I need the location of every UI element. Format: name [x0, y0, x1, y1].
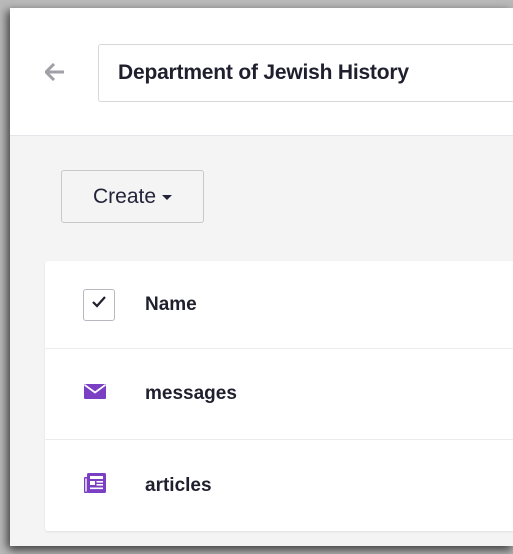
create-button-label: Create — [92, 184, 157, 208]
list-item[interactable]: messages — [45, 349, 513, 440]
page-title: Department of Jewish History — [118, 61, 409, 84]
content-list: Name messages articles — [45, 261, 513, 531]
back-button[interactable] — [43, 62, 66, 86]
arrow-left-icon — [43, 62, 65, 86]
list-item[interactable]: articles — [45, 440, 513, 531]
caret-down-icon — [162, 195, 173, 200]
column-header-name: Name — [145, 293, 197, 315]
list-item-label[interactable]: articles — [145, 475, 212, 497]
list-item-label[interactable]: messages — [145, 383, 237, 405]
app-window: Department of Jewish History Create Name — [10, 8, 513, 546]
create-button[interactable]: Create — [61, 170, 204, 223]
newspaper-icon — [84, 473, 106, 498]
page-title-field[interactable]: Department of Jewish History — [98, 44, 513, 102]
select-all-checkbox[interactable] — [83, 288, 115, 321]
checkmark-icon — [91, 295, 107, 314]
envelope-icon — [83, 384, 107, 404]
list-header-row: Name — [45, 261, 513, 349]
page-header: Department of Jewish History — [10, 8, 513, 136]
